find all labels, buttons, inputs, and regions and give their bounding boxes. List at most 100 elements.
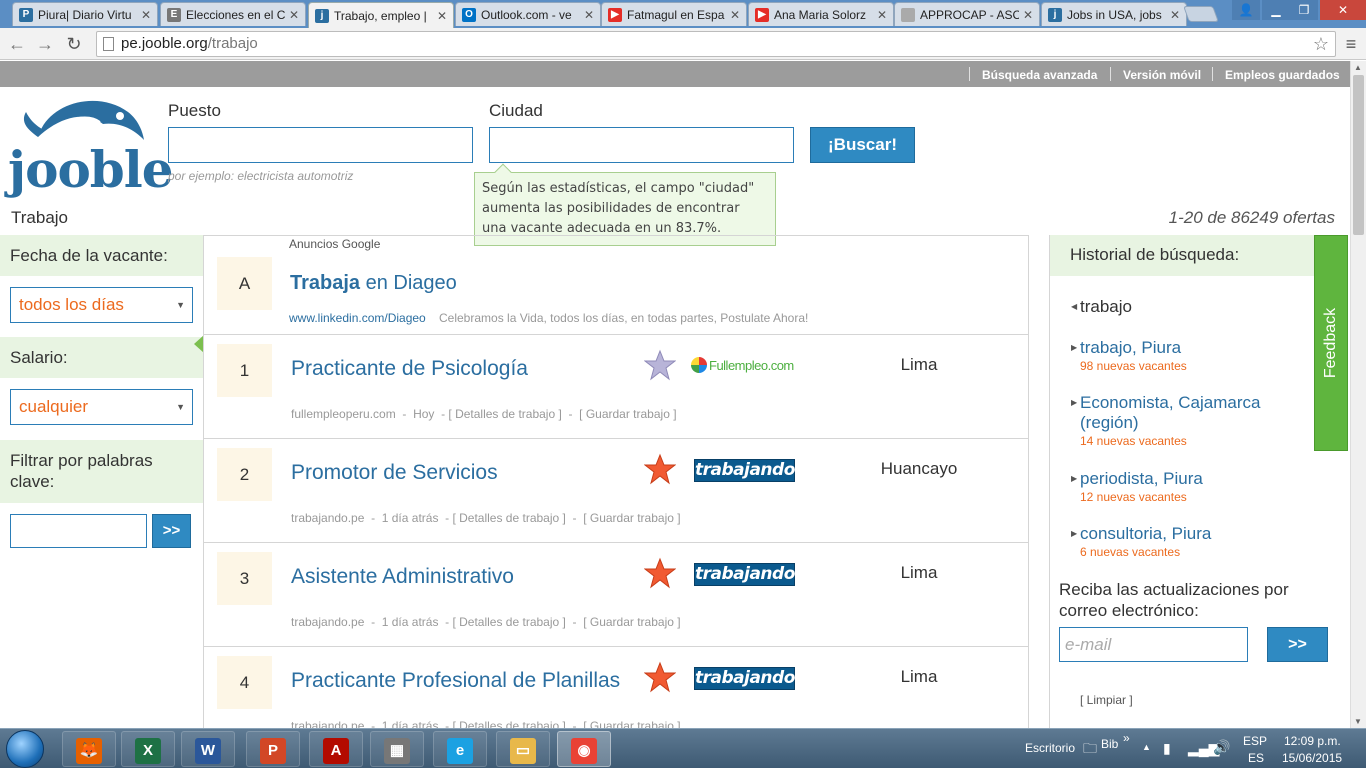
ad-title[interactable]: Trabaja en Diageo: [290, 272, 457, 295]
search-button[interactable]: ¡Buscar!: [810, 127, 915, 163]
clock-time[interactable]: 12:09 p.m.: [1284, 734, 1341, 748]
excel-taskbar-button[interactable]: X: [121, 731, 175, 767]
history-item[interactable]: ◀ trabajo: [1071, 297, 1301, 317]
keyword-go-button[interactable]: >>: [152, 514, 191, 548]
puesto-input[interactable]: [168, 127, 473, 163]
scroll-down-icon[interactable]: ▼: [1354, 717, 1362, 726]
firefox-taskbar-button[interactable]: 🦊: [62, 731, 116, 767]
tab-close-icon[interactable]: ✕: [730, 8, 740, 22]
scroll-thumb[interactable]: [1353, 75, 1364, 235]
job-title-link[interactable]: Practicante Profesional de Planillas: [291, 669, 620, 693]
trabajando-logo[interactable]: trabajando: [694, 459, 795, 482]
word-taskbar-button[interactable]: W: [181, 731, 235, 767]
star-filled-icon[interactable]: [644, 453, 676, 485]
browser-tab[interactable]: O Outlook.com - ve ✕: [455, 2, 601, 26]
tab-close-icon[interactable]: ✕: [1023, 8, 1033, 22]
job-details-link[interactable]: [ Detalles de trabajo ]: [452, 615, 565, 629]
tab-close-icon[interactable]: ✕: [437, 9, 447, 23]
chrome-taskbar-button[interactable]: ◉: [557, 731, 611, 767]
email-input[interactable]: e-mail: [1059, 627, 1248, 662]
salary-filter-select[interactable]: cualquier ▼: [10, 389, 193, 425]
browser-tab[interactable]: j Jobs in USA, jobs ✕: [1041, 2, 1187, 26]
jooble-logo[interactable]: jooble: [8, 92, 174, 202]
job-details-link[interactable]: [ Detalles de trabajo ]: [452, 511, 565, 525]
save-job-link[interactable]: [ Guardar trabajo ]: [583, 719, 680, 728]
browser-tab[interactable]: E Elecciones en el C ✕: [160, 2, 306, 26]
media-icon: ▦: [384, 738, 410, 765]
more-toolbar[interactable]: »: [1123, 731, 1130, 745]
job-details-link[interactable]: [ Detalles de trabajo ]: [452, 719, 565, 728]
tab-close-icon[interactable]: ✕: [289, 8, 299, 22]
maximize-button[interactable]: ❐: [1290, 0, 1318, 20]
keyword-input[interactable]: [10, 514, 147, 548]
reload-icon[interactable]: ↻: [63, 33, 85, 55]
minimize-button[interactable]: ▁: [1262, 0, 1290, 20]
job-title-link[interactable]: Practicante de Psicología: [291, 357, 528, 381]
close-window-button[interactable]: ✕: [1320, 0, 1366, 20]
new-tab-button[interactable]: [1183, 6, 1219, 22]
history-item[interactable]: ▶ Economista, Cajamarca (región) 14 nuevas…: [1071, 393, 1301, 448]
browser-tab[interactable]: ▶ Fatmagul en Espa ✕: [601, 2, 747, 26]
star-empty-icon[interactable]: [644, 349, 676, 381]
volume-icon[interactable]: 🔊: [1213, 739, 1230, 756]
folder-icon[interactable]: 🗀: [1083, 738, 1097, 762]
desktop-toolbar[interactable]: Escritorio: [1025, 741, 1075, 755]
user-icon[interactable]: 👤: [1232, 0, 1260, 20]
show-hidden-icons-icon[interactable]: ▲: [1142, 742, 1151, 752]
tab-close-icon[interactable]: ✕: [877, 8, 887, 22]
fullempleo-logo[interactable]: Fullempleo.com: [691, 357, 794, 373]
history-item-text: Economista, Cajamarca (región): [1080, 393, 1261, 432]
keyword-filter-label: Filtrar por palabras clave:: [0, 440, 203, 503]
page-scrollbar[interactable]: ▲ ▼: [1350, 61, 1366, 728]
save-job-link[interactable]: [ Guardar trabajo ]: [579, 407, 676, 421]
job-title-link[interactable]: Promotor de Servicios: [291, 461, 498, 485]
ciudad-input[interactable]: [489, 127, 794, 163]
folder-toolbar[interactable]: Bib: [1101, 737, 1118, 751]
tab-close-icon[interactable]: ✕: [584, 8, 594, 22]
browser-tab[interactable]: APPROCAP - ASC ✕: [894, 2, 1040, 26]
tab-close-icon[interactable]: ✕: [1170, 8, 1180, 22]
clock-date[interactable]: 15/06/2015: [1282, 751, 1342, 765]
tab-close-icon[interactable]: ✕: [141, 8, 151, 22]
history-item[interactable]: ▶ trabajo, Piura 98 nuevas vacantes: [1071, 338, 1301, 373]
clear-history-link[interactable]: [ Limpiar ]: [1080, 693, 1133, 707]
trabajando-logo[interactable]: trabajando: [694, 563, 795, 586]
job-details-link[interactable]: [ Detalles de trabajo ]: [448, 407, 561, 421]
scroll-up-icon[interactable]: ▲: [1354, 63, 1362, 72]
mobile-version-link[interactable]: Versión móvil: [1123, 68, 1201, 82]
acrobat-taskbar-button[interactable]: A: [309, 731, 363, 767]
job-title-link[interactable]: Asistente Administrativo: [291, 565, 514, 589]
star-filled-icon[interactable]: [644, 557, 676, 589]
divider: [969, 67, 970, 81]
history-item[interactable]: ▶ periodista, Piura 12 nuevas vacantes: [1071, 469, 1301, 504]
language-bottom[interactable]: ES: [1248, 751, 1264, 765]
browser-tab[interactable]: ▶ Ana Maria Solorz ✕: [748, 2, 894, 26]
save-job-link[interactable]: [ Guardar trabajo ]: [583, 615, 680, 629]
back-icon[interactable]: ←: [6, 33, 28, 55]
history-item[interactable]: ▶ consultoria, Piura 6 nuevas vacantes: [1071, 524, 1301, 559]
star-filled-icon[interactable]: [644, 661, 676, 693]
internet-explorer-taskbar-button[interactable]: e: [433, 731, 487, 767]
forward-icon[interactable]: →: [34, 33, 56, 55]
powerpoint-icon: P: [260, 738, 286, 765]
ad-url[interactable]: www.linkedin.com/Diageo: [289, 311, 426, 325]
date-filter-select[interactable]: todos los días ▼: [10, 287, 193, 323]
bookmark-star-icon[interactable]: ☆: [1313, 32, 1329, 56]
trabajando-logo[interactable]: trabajando: [694, 667, 795, 690]
save-job-link[interactable]: [ Guardar trabajo ]: [583, 511, 680, 525]
page-title: Trabajo: [11, 208, 69, 227]
address-bar[interactable]: pe.jooble.org/trabajo ☆: [96, 31, 1336, 57]
browser-tab[interactable]: j Trabajo, empleo | ✕: [308, 2, 454, 28]
network-icon[interactable]: ▮: [1163, 740, 1171, 757]
language-top[interactable]: ESP: [1243, 734, 1267, 748]
saved-jobs-link[interactable]: Empleos guardados: [1225, 68, 1340, 82]
file-explorer-taskbar-button[interactable]: ▭: [496, 731, 550, 767]
start-button[interactable]: [6, 730, 44, 768]
advanced-search-link[interactable]: Búsqueda avanzada: [982, 68, 1097, 82]
feedback-tab[interactable]: Feedback: [1314, 235, 1348, 451]
menu-icon[interactable]: ≡: [1340, 33, 1362, 55]
email-go-button[interactable]: >>: [1267, 627, 1328, 662]
browser-tab[interactable]: P Piura| Diario Virtu ✕: [12, 2, 158, 26]
media-taskbar-button[interactable]: ▦: [370, 731, 424, 767]
powerpoint-taskbar-button[interactable]: P: [246, 731, 300, 767]
